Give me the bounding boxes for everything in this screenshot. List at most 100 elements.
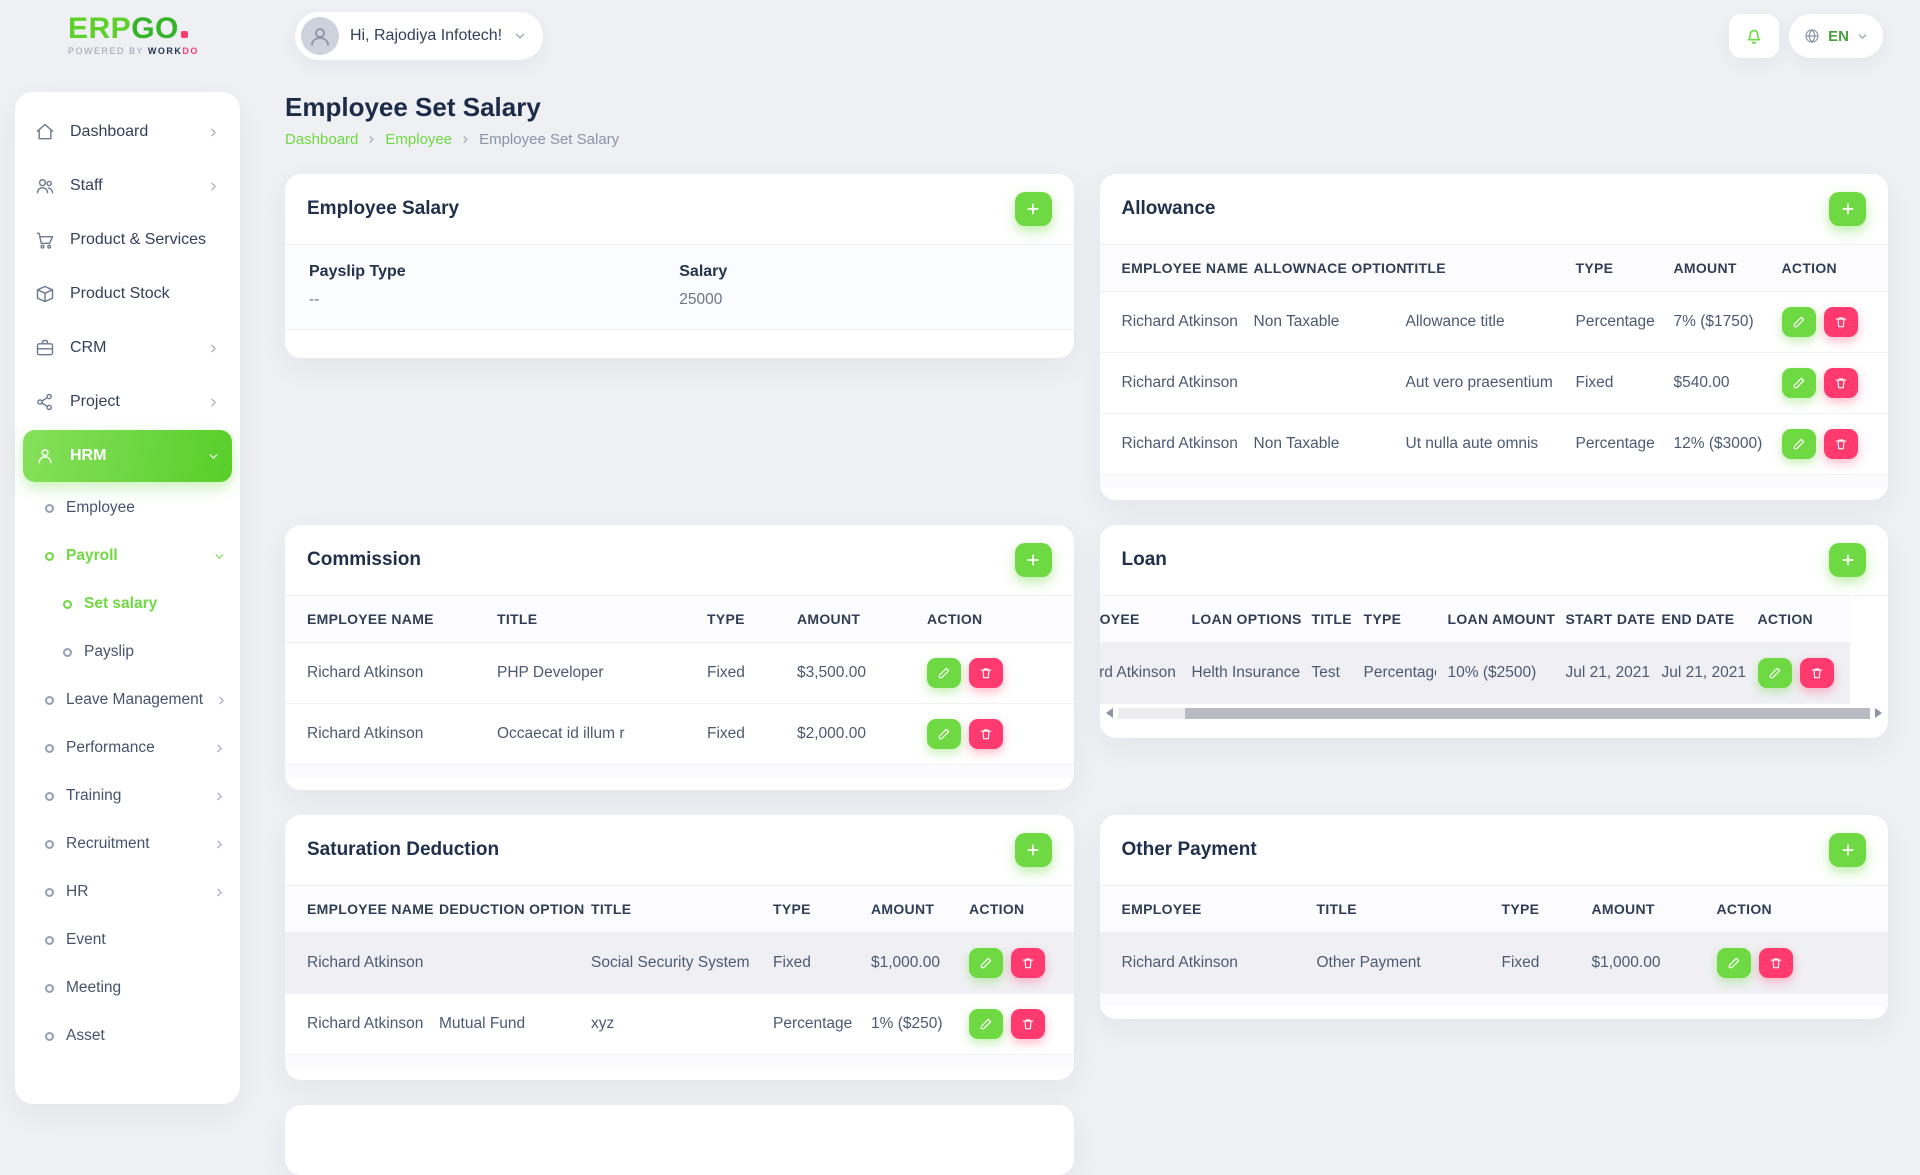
edit-button[interactable] [1782,368,1816,398]
scroll-left-arrow[interactable] [1106,708,1113,718]
sidebar-item-crm[interactable]: CRM [23,322,232,374]
delete-button[interactable] [1011,948,1045,978]
trash-icon [1834,437,1848,451]
chevron-down-icon [513,29,527,43]
edit-button[interactable] [969,1009,1003,1039]
loan-table-viewport[interactable]: EMPLOYEE LOAN OPTIONS TITLE TYPE LOAN AM… [1100,596,1889,704]
chevron-right-icon [213,790,226,803]
sidebar-item-label: CRM [70,339,194,357]
delete-button[interactable] [1800,658,1834,688]
breadcrumb-dashboard[interactable]: Dashboard [285,131,358,148]
bell-icon [1743,25,1765,47]
add-deduction-button[interactable] [1015,833,1052,867]
sidebar-item-payroll[interactable]: Payroll [15,532,240,580]
sidebar-item-employee[interactable]: Employee [15,484,240,532]
cell-amount: $2,000.00 [785,704,915,765]
bullet-icon [45,984,54,993]
add-commission-button[interactable] [1015,543,1052,577]
scroll-right-arrow[interactable] [1875,708,1882,718]
chevron-right-icon [366,134,377,145]
globe-icon [1803,27,1821,45]
add-other-payment-button[interactable] [1829,833,1866,867]
horizontal-scrollbar[interactable] [1100,706,1889,720]
bullet-icon [45,744,54,753]
card-title: Loan [1122,549,1167,571]
column-header: TITLE [485,596,695,643]
notification-button[interactable] [1729,14,1779,58]
sidebar-item-meeting[interactable]: Meeting [15,964,240,1012]
chevron-right-icon [460,134,471,145]
sidebar-item-hr[interactable]: HR [15,868,240,916]
user-menu[interactable]: Hi, Rajodiya Infotech! [295,12,543,60]
language-selector[interactable]: EN [1789,14,1883,58]
edit-button[interactable] [927,719,961,749]
table-row: Richard Atkinson PHP Developer Fixed $3,… [285,643,1074,704]
card-title: Other Payment [1122,839,1257,861]
cell-type: Fixed [695,643,785,704]
saturation-deduction-table: EMPLOYEE NAME DEDUCTION OPTION TITLE TYP… [285,886,1074,1055]
sidebar-item-leave-management[interactable]: Leave Management [15,676,240,724]
cell-end-date: Jul 21, 2021 [1650,643,1746,704]
cart-icon [35,230,57,250]
breadcrumb-current: Employee Set Salary [479,131,619,148]
column-header: EMPLOYEE [1100,886,1305,933]
column-header: END DATE [1650,596,1746,643]
delete-button[interactable] [969,658,1003,688]
cell-title: xyz [579,994,761,1055]
edit-button[interactable] [927,658,961,688]
sidebar-item-staff[interactable]: Staff [23,160,232,212]
cell-amount: 7% ($1750) [1662,292,1770,353]
edit-button[interactable] [969,948,1003,978]
pencil-icon [1768,666,1782,680]
allowance-table: EMPLOYEE NAME ALLOWNACE OPTION TITLE TYP… [1100,245,1889,475]
edit-button[interactable] [1782,429,1816,459]
delete-button[interactable] [1824,429,1858,459]
column-header: ACTION [915,596,1074,643]
sidebar-item-product-services[interactable]: Product & Services [23,214,232,266]
chevron-right-icon [215,694,228,707]
sidebar-item-product-stock[interactable]: Product Stock [23,268,232,320]
sidebar-item-set-salary[interactable]: Set salary [15,580,240,628]
table-row: Richard Atkinson Helth Insurance Test Pe… [1100,643,1850,704]
sidebar-item-recruitment[interactable]: Recruitment [15,820,240,868]
add-salary-button[interactable] [1015,192,1052,226]
breadcrumb-employee[interactable]: Employee [385,131,452,148]
brand-logo[interactable]: ERPGO Powered by WORKDO [68,14,199,56]
delete-button[interactable] [969,719,1003,749]
cell-amount: 1% ($250) [859,994,957,1055]
edit-button[interactable] [1758,658,1792,688]
page-title: Employee Set Salary [285,92,1888,123]
sidebar-item-event[interactable]: Event [15,916,240,964]
allowance-card: Allowance EMPLOYEE NAME ALLOWNACE OPTION… [1100,174,1889,500]
sidebar-item-training[interactable]: Training [15,772,240,820]
cell-title: Social Security System [579,933,761,994]
cell-title: Allowance title [1394,292,1564,353]
pencil-icon [979,956,993,970]
bullet-icon [45,504,54,513]
delete-button[interactable] [1011,1009,1045,1039]
scrollbar-track[interactable] [1118,708,1871,719]
loan-table: EMPLOYEE LOAN OPTIONS TITLE TYPE LOAN AM… [1100,596,1850,704]
table-row: Richard Atkinson Non Taxable Ut nulla au… [1100,414,1889,475]
chevron-right-icon [207,126,220,139]
sidebar-item-performance[interactable]: Performance [15,724,240,772]
bullet-icon [45,792,54,801]
sidebar-item-project[interactable]: Project [23,376,232,428]
sidebar-item-payslip[interactable]: Payslip [15,628,240,676]
edit-button[interactable] [1782,307,1816,337]
cell-employee: Richard Atkinson [1100,643,1180,704]
delete-button[interactable] [1824,368,1858,398]
delete-button[interactable] [1759,948,1793,978]
logo-text-go: GO [131,12,179,45]
delete-button[interactable] [1824,307,1858,337]
sidebar-item-dashboard[interactable]: Dashboard [23,106,232,158]
edit-button[interactable] [1717,948,1751,978]
other-payment-card: Other Payment EMPLOYEE TITLE TYPE AMOUNT… [1100,815,1889,1019]
add-loan-button[interactable] [1829,543,1866,577]
sidebar-item-label: Training [66,787,201,805]
scrollbar-thumb[interactable] [1185,708,1870,719]
sidebar-item-asset[interactable]: Asset [15,1012,240,1060]
add-allowance-button[interactable] [1829,192,1866,226]
table-row: Richard Atkinson Aut vero praesentium Fi… [1100,353,1889,414]
sidebar-item-hrm[interactable]: HRM [23,430,232,482]
